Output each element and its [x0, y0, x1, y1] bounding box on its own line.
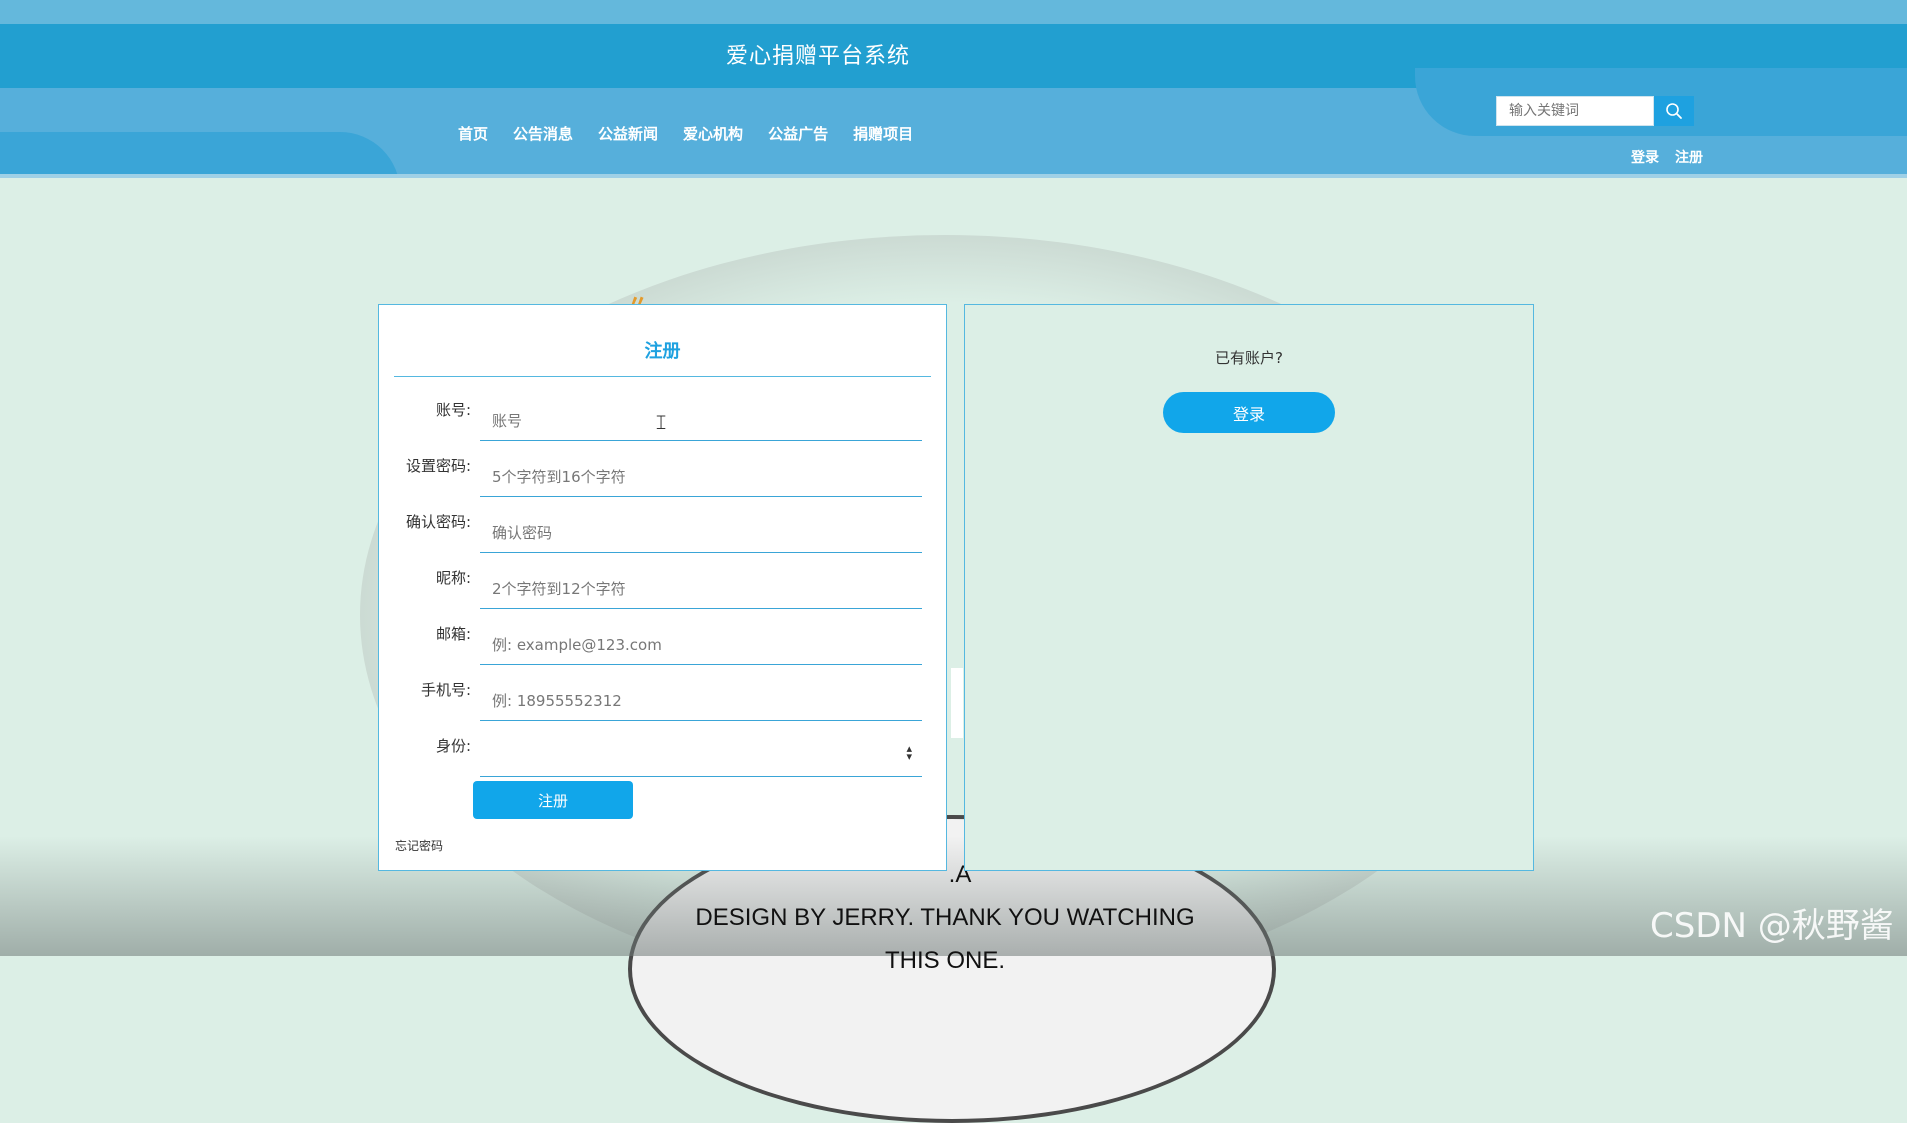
background-strip: [951, 668, 963, 738]
header-wave-left: [0, 132, 400, 178]
register-submit-button[interactable]: 注册: [473, 781, 633, 819]
login-button[interactable]: 登录: [1163, 392, 1335, 433]
header-top-band: [0, 0, 1907, 24]
confirm-password-input[interactable]: [480, 513, 922, 553]
auth-links: 登录 注册: [1631, 147, 1703, 167]
nav-item-news[interactable]: 公益新闻: [598, 123, 658, 144]
main-nav: 首页 公告消息 公益新闻 爱心机构 公益广告 捐赠项目: [458, 123, 938, 144]
email-label: 邮箱:: [435, 625, 471, 643]
email-field: 邮箱:: [379, 623, 948, 679]
login-panel: 已有账户? 登录: [964, 304, 1534, 871]
caption-line-3: THIS ONE.: [884, 947, 1005, 974]
nav-item-home[interactable]: 首页: [458, 123, 488, 144]
identity-select[interactable]: [480, 737, 922, 777]
watermark: CSDN @秋野酱: [1650, 906, 1894, 946]
phone-label: 手机号:: [420, 681, 471, 699]
nav-item-organizations[interactable]: 爱心机构: [683, 123, 743, 144]
select-arrows-icon: ▴ ▾: [906, 742, 912, 763]
password-input[interactable]: [480, 457, 922, 497]
caption-line-2: DESIGN BY JERRY. THANK YOU WATCHING: [695, 904, 1195, 931]
text-cursor-icon: 𝙸: [654, 410, 669, 434]
password-field: 设置密码:: [379, 455, 948, 511]
nav-item-ads[interactable]: 公益广告: [768, 123, 828, 144]
password-label: 设置密码:: [405, 457, 471, 475]
have-account-text: 已有账户?: [1215, 349, 1283, 367]
phone-input[interactable]: [480, 681, 922, 721]
forgot-password-link[interactable]: 忘记密码: [395, 837, 443, 854]
register-title-divider: [394, 376, 931, 377]
header-bottom-line: [0, 174, 1907, 178]
nav-item-announcements[interactable]: 公告消息: [513, 123, 573, 144]
identity-label: 身份:: [435, 737, 471, 755]
nickname-field: 昵称:: [379, 567, 948, 623]
search-input[interactable]: [1496, 96, 1654, 126]
email-input[interactable]: [480, 625, 922, 665]
background-caption: .A DESIGN BY JERRY. THANK YOU WATCHING T…: [640, 853, 1250, 982]
site-header: [0, 0, 1907, 178]
account-label: 账号:: [435, 401, 471, 419]
header-register-link[interactable]: 注册: [1675, 147, 1703, 167]
nav-item-projects[interactable]: 捐赠项目: [853, 123, 913, 144]
register-title: 注册: [644, 341, 681, 362]
register-panel: 注册 账号: 设置密码: 确认密码: 昵称: 邮箱: 手机号: 身份: ▴▾ 注…: [378, 304, 947, 871]
identity-field: 身份: ▴ ▾: [379, 735, 948, 791]
search-button[interactable]: [1654, 96, 1694, 126]
nickname-label: 昵称:: [435, 569, 471, 587]
header-login-link[interactable]: 登录: [1631, 147, 1659, 167]
confirm-password-field: 确认密码:: [379, 511, 948, 567]
confirm-password-label: 确认密码:: [405, 513, 471, 531]
search-icon: [1666, 103, 1682, 119]
nickname-input[interactable]: [480, 569, 922, 609]
account-input[interactable]: [480, 401, 922, 441]
site-title: 爱心捐赠平台系统: [726, 44, 911, 69]
phone-field: 手机号:: [379, 679, 948, 735]
